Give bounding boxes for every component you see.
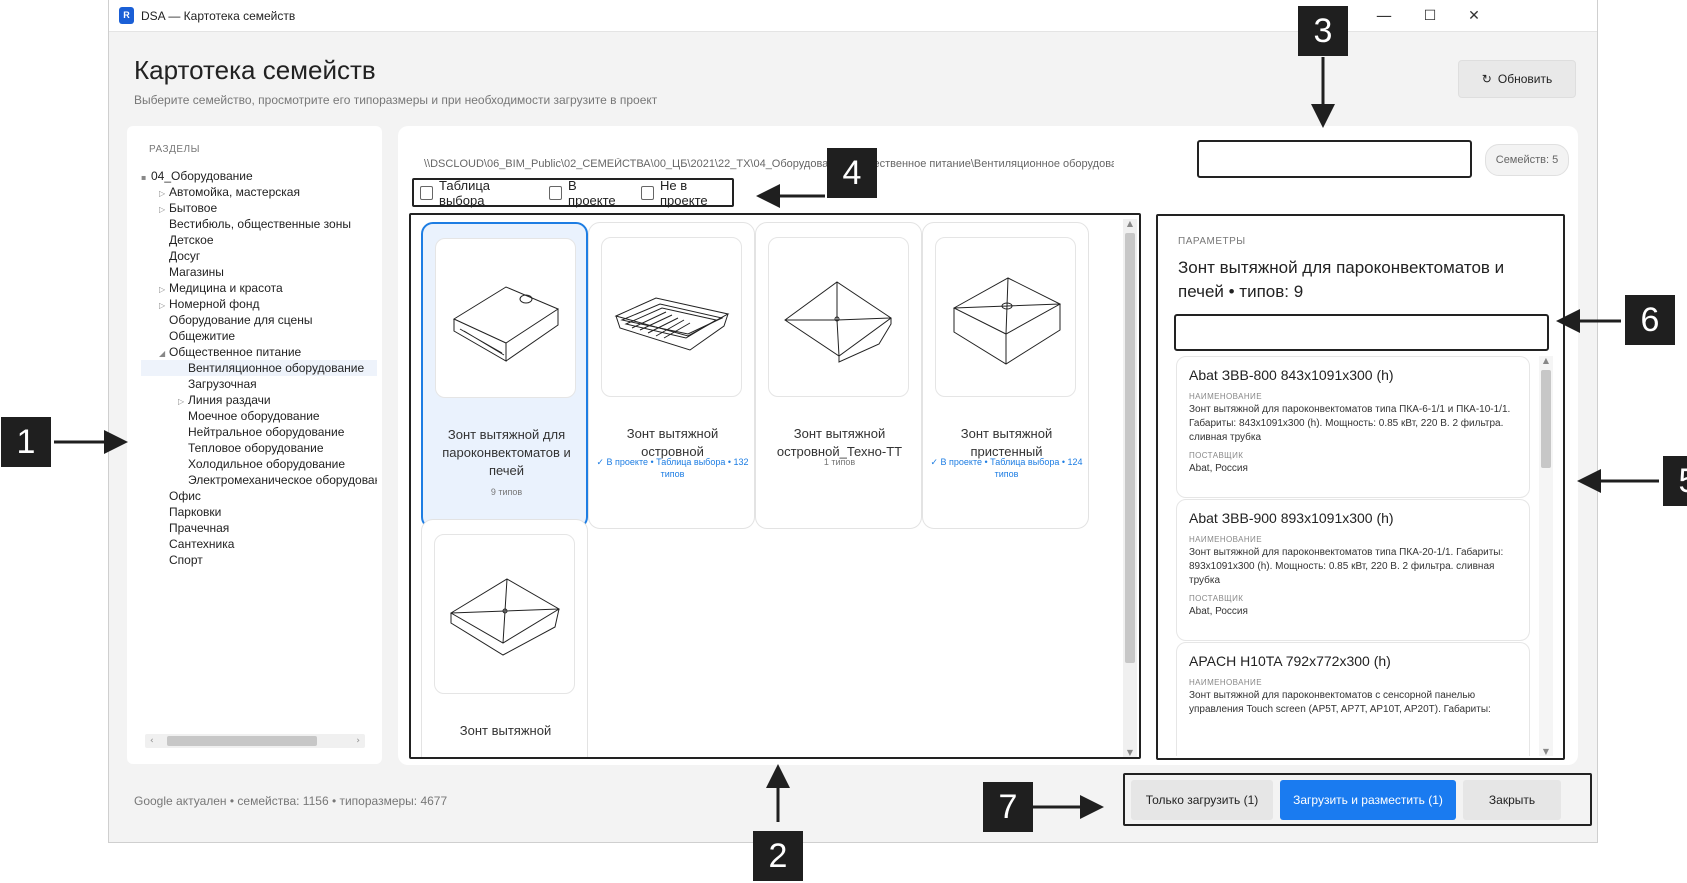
callout-arrows xyxy=(54,57,1659,822)
callout-6: 6 xyxy=(1625,295,1675,345)
callout-3: 3 xyxy=(1298,6,1348,56)
screenshot-page: R DSA — Картотека семейств — ☐ ✕ Картоте… xyxy=(0,0,1687,883)
callout-7: 7 xyxy=(983,782,1033,832)
callout-5: 5 xyxy=(1663,456,1687,506)
callout-1: 1 xyxy=(1,417,51,467)
callout-2: 2 xyxy=(753,831,803,881)
callout-4: 4 xyxy=(827,148,877,198)
